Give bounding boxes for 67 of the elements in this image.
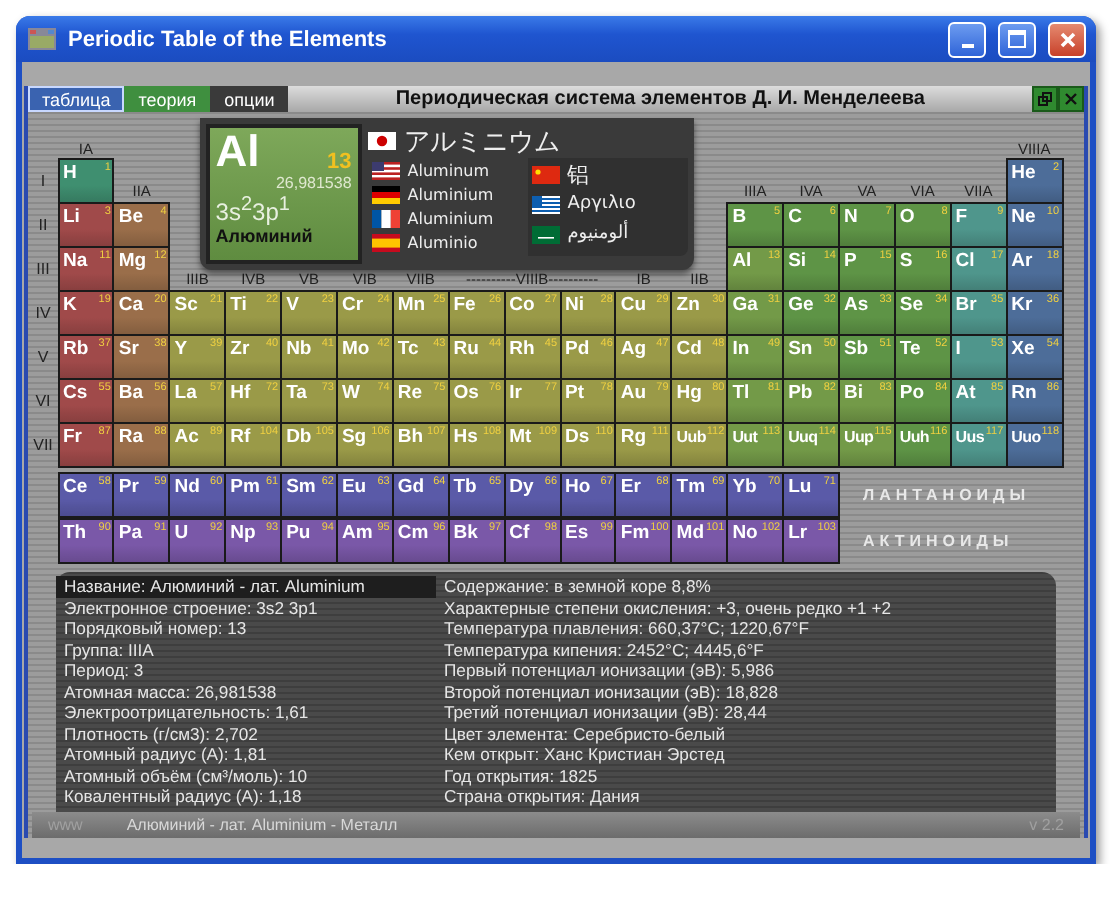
period-label: III [34,259,52,277]
detail-line: Второй потенциал ионизации (эВ): 18,828 [442,681,780,702]
detail-line: Электронное строение: 3s2 3p1 [62,597,320,618]
close-icon [1064,92,1078,106]
flag-icon [531,165,560,183]
detail-line: Электроотрицательность: 1,61 [62,702,311,723]
atomic-mass: 26,981538 [273,174,352,192]
detail-line: Первый потенциал ионизации (эВ): 5,986 [442,660,777,681]
period-label: V [35,347,51,365]
period-label: VII [31,435,55,453]
flag-icon [367,132,396,150]
detail-line: Цвет элемента: Серебристо-белый [442,723,727,744]
detail-line: Страна открытия: Дания [442,786,642,807]
close-button[interactable] [1058,86,1084,112]
element-name: Aluminium [407,210,494,228]
flag-icon [531,195,560,213]
detail-line: Кем открыт: Ханс Кристиан Эрстед [442,744,727,765]
flag-icon [531,225,560,243]
restore-button[interactable] [1032,86,1058,112]
flag-icon [371,162,400,180]
tab[interactable]: опции [210,86,289,112]
element-name: Aluminio [407,234,478,252]
period-label: II [36,215,50,233]
restore-icon [1038,92,1052,106]
period-label: I [38,171,48,189]
element-name: ألومنيوم [567,224,629,244]
detail-line: Температура плавления: 660,37°C; 1220,67°F [442,618,811,639]
period-label: IV [33,303,53,321]
element-name: 铝 [567,159,590,189]
detail-line: Период: 3 [62,660,146,681]
window-title: Periodic Table of the Elements [68,27,389,51]
detail-line: Третий потенциал ионизации (эВ): 28,44 [442,702,769,723]
tab[interactable]: теория [124,86,211,112]
period-label: VI [33,391,53,409]
electron-configuration: 3s$^{2}$3p$^{1}$ [215,192,292,226]
detail-line: Атомный радиус (A): 1,81 [62,744,269,765]
minimize-button[interactable] [948,21,986,57]
flag-icon [371,186,400,204]
element-name: Αργιλιο [567,194,636,214]
status-text: Алюминий - лат. Aluminium - Металл [126,816,398,834]
detail-line: Плотность (г/см3): 2,702 [62,723,260,744]
app-icon [28,28,56,50]
detail-line: Группа: IIIA [62,639,156,660]
element-name: Aluminium [407,186,494,204]
app-title: Периодическая система элементов Д. И. Менделеева [288,86,1032,112]
maximize-icon [1008,30,1026,48]
detail-line: Атомная масса: 26,981538 [62,681,279,702]
detail-line: Год открытия: 1825 [442,765,600,786]
minimize-icon [961,43,973,47]
detail-line: Температура кипения: 2452°C; 4445,6°F [442,639,766,660]
detail-line: Порядковый номер: 13 [62,618,249,639]
series-label: АКТИНОИДЫ [862,532,1014,550]
tab[interactable]: таблица [28,86,125,112]
atomic-number: 13 [327,150,352,174]
flag-icon [371,210,400,228]
detail-line: Ковалентный радиус (A): 1,18 [62,786,304,807]
detail-line: Атомный объём (см³/моль): 10 [62,765,310,786]
flag-icon [371,234,400,252]
close-icon [1059,31,1075,47]
maximize-button[interactable] [998,21,1036,57]
detail-line: Характерные степени окисления: +3, очень редко +1 +2 [442,597,894,618]
element-name: Алюминий [215,226,315,246]
series-label: ЛАНТАНОИДЫ [862,486,1031,504]
detail-line: Содержание: в земной коре 8,8% [442,576,713,597]
element-name: Aluminum [407,162,489,180]
element-name: アルミニウム [403,125,560,159]
element-symbol: Al [215,130,260,174]
